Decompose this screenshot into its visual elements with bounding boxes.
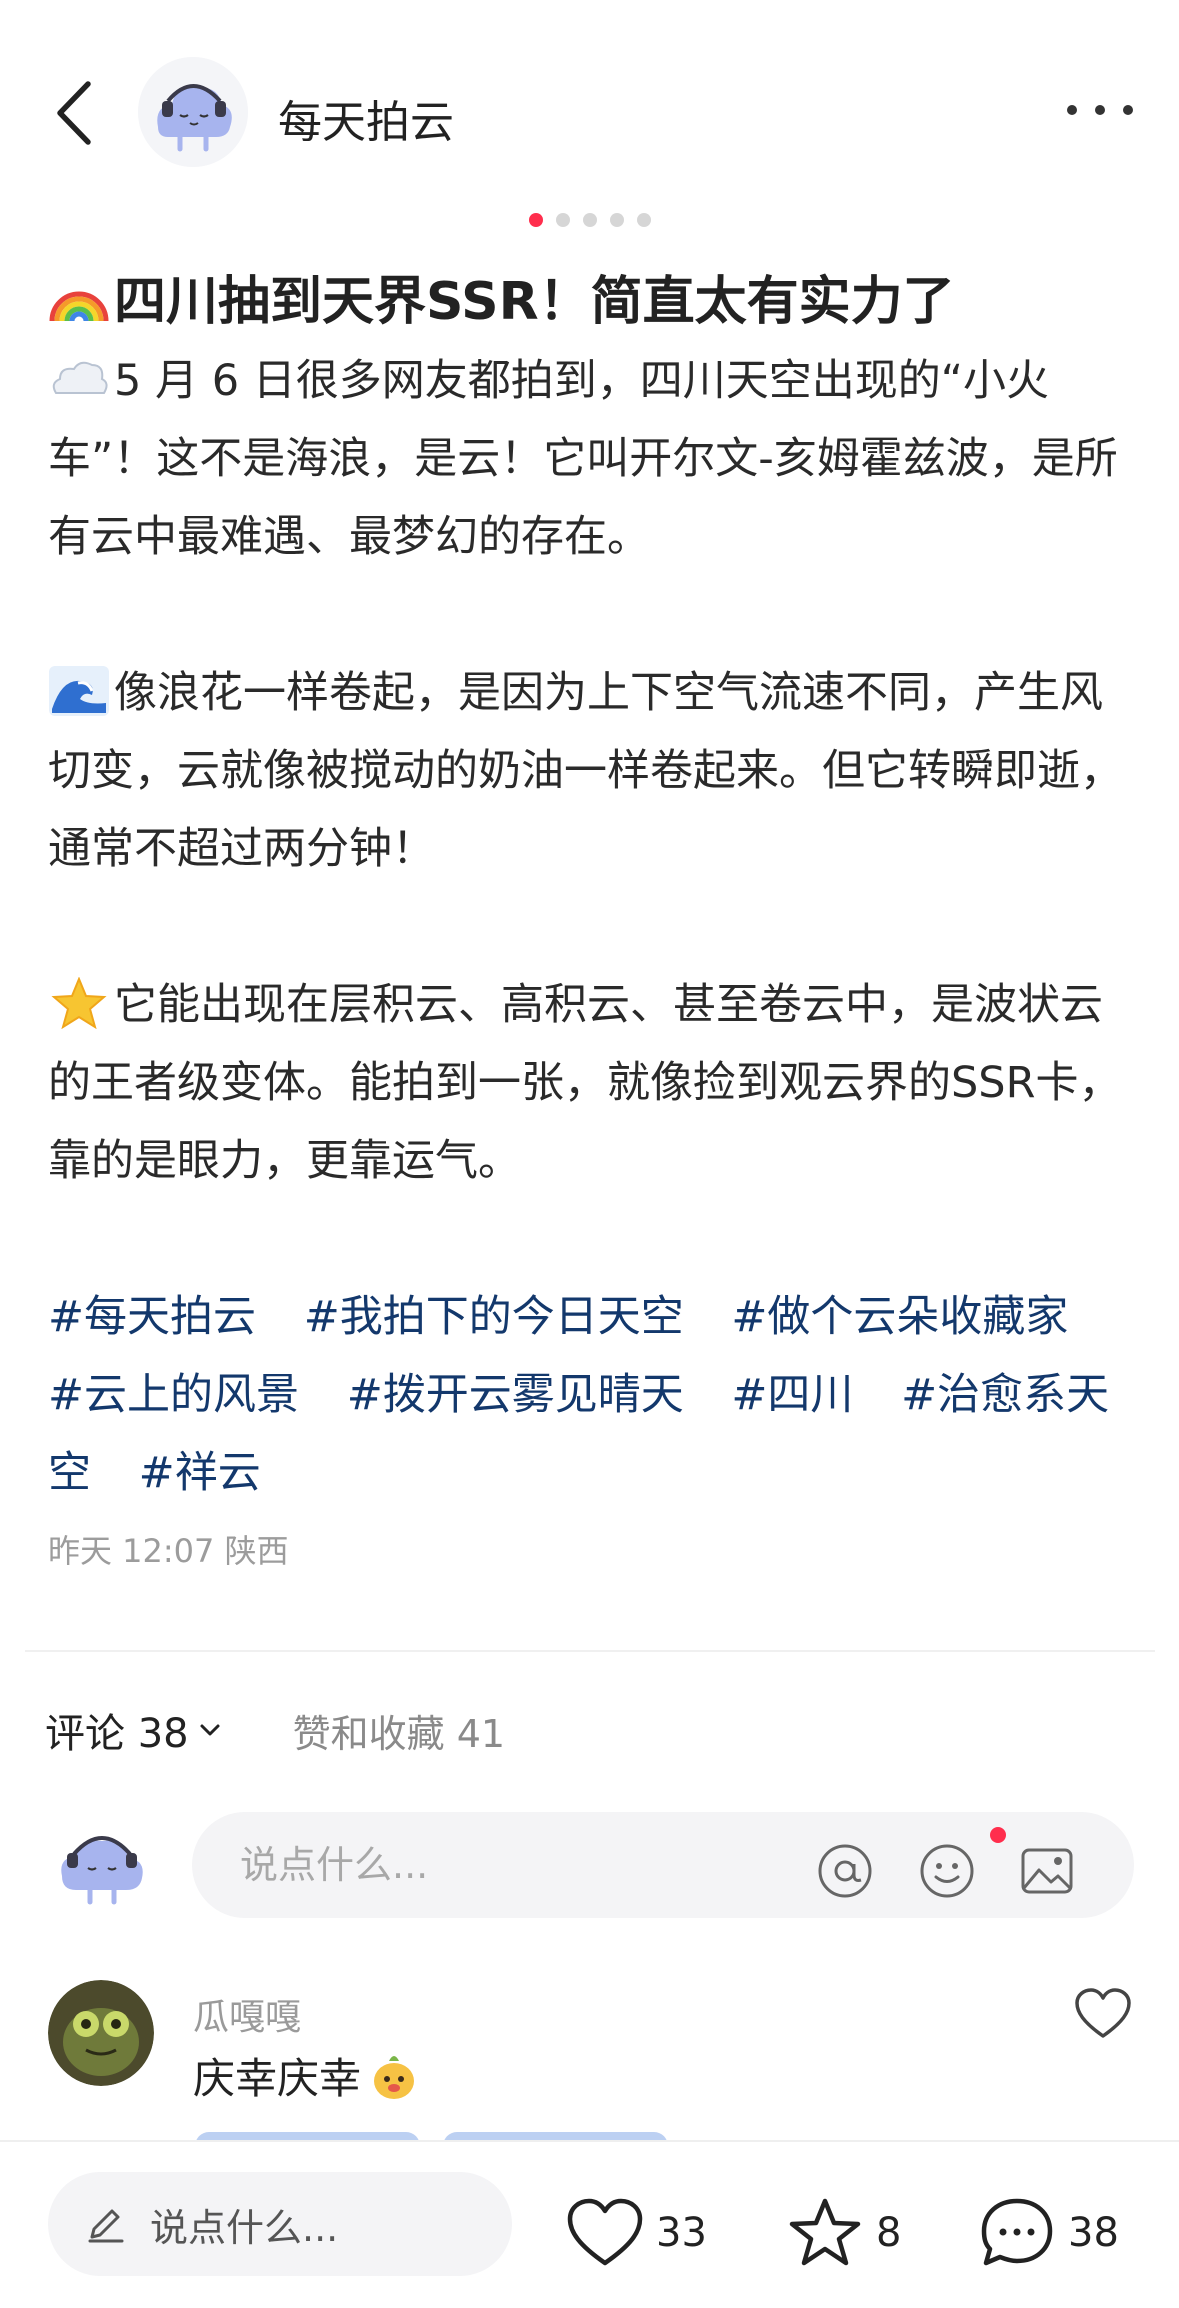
post-meta: 昨天 12:07 陕西	[48, 1532, 289, 1570]
hashtag-list: #每天拍云 #我拍下的今日天空 #做个云朵收藏家 #云上的风景 #拨开云雾见晴天…	[48, 1278, 1138, 1512]
carousel-dot[interactable]	[609, 213, 624, 227]
carousel-dot[interactable]	[555, 213, 570, 227]
carousel-dot[interactable]	[582, 213, 597, 227]
comment-input[interactable]	[240, 1832, 800, 1898]
paragraph-3: 它能出现在层积云、高积云、甚至卷云中，是波状云的王者级变体。能拍到一张，就像捡到…	[48, 966, 1138, 1200]
more-icon[interactable]	[1060, 90, 1140, 130]
hashtag-link[interactable]: #我拍下的今日天空	[304, 1292, 684, 1342]
notification-dot	[990, 1827, 1006, 1843]
star-icon	[789, 2198, 861, 2266]
comment-text: 庆幸庆幸	[193, 2045, 421, 2106]
top-nav: 每天拍云	[0, 0, 1179, 210]
likes-collects-tab[interactable]: 赞和收藏 41	[293, 1703, 505, 1758]
chevron-down-icon[interactable]	[197, 1717, 223, 1743]
collect-button[interactable]: 8	[786, 2194, 901, 2272]
author-name[interactable]: 每天拍云	[278, 86, 454, 150]
emoji-icon[interactable]	[918, 1842, 976, 1900]
hashtag-link[interactable]: #每天拍云	[48, 1292, 256, 1342]
like-count: 33	[656, 2210, 707, 2256]
rainbow-emoji	[49, 291, 109, 322]
heart-icon	[567, 2198, 643, 2266]
chat-icon	[981, 2198, 1053, 2266]
pencil-icon	[88, 2209, 124, 2243]
post-title: 四川抽到天界SSR！简直太有实力了	[48, 262, 1138, 342]
comments-tab[interactable]: 评论 38	[45, 1701, 189, 1759]
commenter-name[interactable]: 瓜嘎嘎	[193, 1988, 301, 2040]
hashtag-link[interactable]: #做个云朵收藏家	[731, 1292, 1068, 1342]
paragraph-2: 像浪花一样卷起，是因为上下空气流速不同，产生风切变，云就像被搅动的奶油一样卷起来…	[48, 654, 1138, 888]
comment-count: 38	[1068, 2210, 1119, 2256]
hashtag-link[interactable]: #云上的风景	[48, 1370, 299, 1420]
bottom-comment-input[interactable]: 说点什么...	[48, 2172, 512, 2276]
back-arrow-icon[interactable]	[48, 78, 104, 148]
comment-button[interactable]: 38	[978, 2194, 1119, 2272]
cloud-emoji	[52, 361, 108, 394]
comment-input-box[interactable]	[192, 1812, 1134, 1918]
divider	[25, 1650, 1155, 1652]
wave-emoji	[49, 666, 109, 716]
commenter-avatar[interactable]	[48, 1980, 154, 2086]
post-title-text: 四川抽到天界SSR！简直太有实力了	[114, 272, 955, 332]
like-button[interactable]: 33	[566, 2194, 707, 2272]
post-body: 四川抽到天界SSR！简直太有实力了 5 月 6 日很多网友都拍到，四川天空出现的…	[48, 262, 1138, 1572]
my-avatar[interactable]	[52, 1820, 152, 1910]
sticker-emoji	[374, 2055, 415, 2099]
author-avatar[interactable]	[138, 57, 248, 167]
comment-section-header: 评论 38 赞和收藏 41	[45, 1700, 505, 1760]
carousel-dot[interactable]	[636, 213, 651, 227]
bottom-input-label: 说点什么...	[150, 2205, 339, 2250]
carousel-dot-active[interactable]	[528, 213, 543, 227]
image-icon[interactable]	[1018, 1842, 1076, 1900]
hashtag-link[interactable]: #四川	[731, 1370, 853, 1420]
bottom-action-bar: 说点什么... 33 8 38	[0, 2140, 1179, 2308]
comment-like-heart-icon[interactable]	[1073, 1986, 1133, 2042]
collect-count: 8	[876, 2210, 902, 2256]
hashtag-link[interactable]: #祥云	[139, 1448, 261, 1498]
carousel-indicator	[0, 213, 1179, 227]
hashtag-link[interactable]: #拨开云雾见晴天	[347, 1370, 684, 1420]
star-emoji	[51, 977, 107, 1029]
comment-item: 瓜嘎嘎 庆幸庆幸	[48, 1980, 1138, 2120]
at-icon[interactable]	[816, 1842, 874, 1900]
paragraph-1: 5 月 6 日很多网友都拍到，四川天空出现的“小火车”！这不是海浪，是云！它叫开…	[48, 342, 1138, 576]
